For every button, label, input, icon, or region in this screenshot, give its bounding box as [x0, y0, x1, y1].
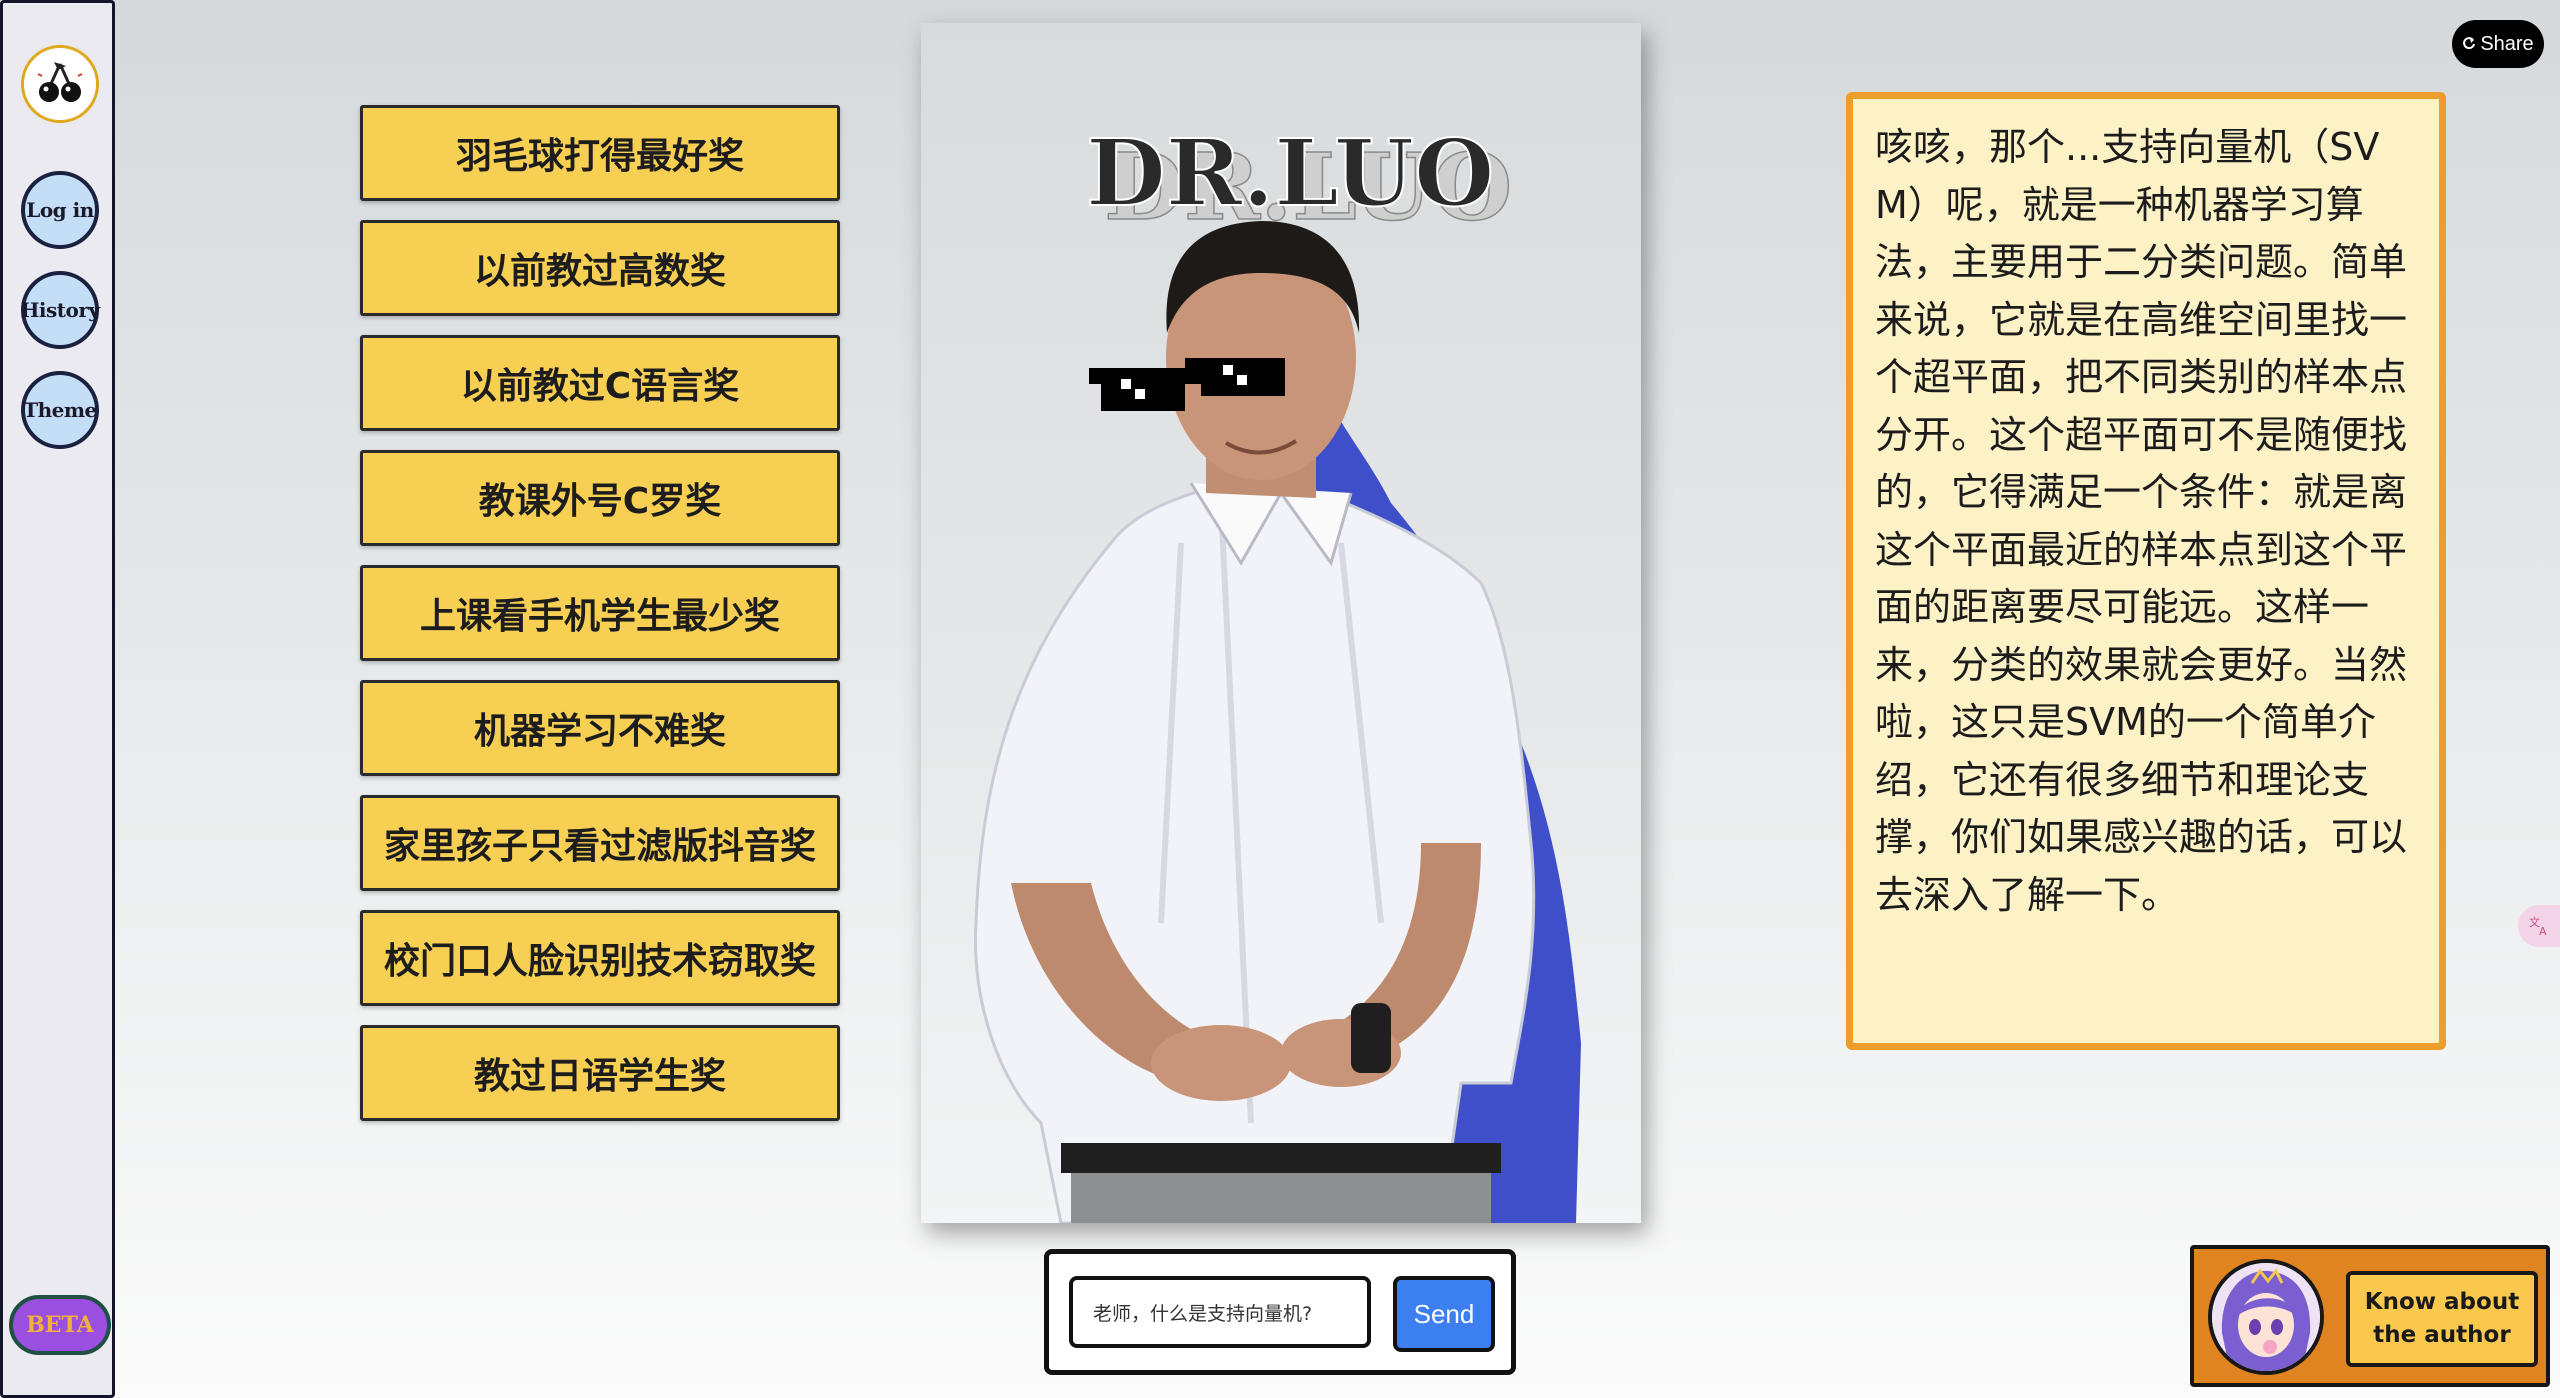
translate-icon: 文 A	[2529, 915, 2547, 938]
answer-text: 咳咳，那个...支持向量机（SVM）呢，就是一种机器学习算法，主要用于二分类问题…	[1875, 125, 2408, 917]
theme-button[interactable]: Theme	[21, 371, 99, 449]
author-avatar-icon[interactable]	[2208, 1259, 2324, 1375]
author-box: Know about the author	[2190, 1245, 2550, 1387]
translate-widget[interactable]: 文 A	[2518, 905, 2560, 947]
know-author-button[interactable]: Know about the author	[2346, 1271, 2538, 1367]
award-button[interactable]: 教过日语学生奖	[360, 1025, 840, 1121]
award-button[interactable]: 校门口人脸识别技术窃取奖	[360, 910, 840, 1006]
sidebar: Log in History Theme BETA	[0, 0, 115, 1398]
history-button[interactable]: History	[21, 271, 100, 349]
login-button[interactable]: Log in	[21, 171, 99, 249]
question-input[interactable]	[1069, 1276, 1371, 1348]
award-button[interactable]: 家里孩子只看过滤版抖音奖	[360, 795, 840, 891]
beta-button[interactable]: BETA	[9, 1295, 111, 1355]
share-label: Share	[2480, 32, 2534, 55]
send-button[interactable]: Send	[1393, 1276, 1495, 1352]
teacher-portrait: DR.LUO DR.LUO	[921, 23, 1641, 1223]
teacher-figure	[973, 221, 1581, 1223]
award-button[interactable]: 以前教过C语言奖	[360, 335, 840, 431]
share-button[interactable]: Share	[2452, 20, 2544, 68]
share-icon	[2463, 37, 2476, 50]
award-button[interactable]: 上课看手机学生最少奖	[360, 565, 840, 661]
award-button[interactable]: 教课外号C罗奖	[360, 450, 840, 546]
answer-panel: 咳咳，那个...支持向量机（SVM）呢，就是一种机器学习算法，主要用于二分类问题…	[1846, 92, 2446, 1050]
award-list: 羽毛球打得最好奖 以前教过高数奖 以前教过C语言奖 教课外号C罗奖 上课看手机学…	[360, 105, 840, 1140]
award-button[interactable]: 机器学习不难奖	[360, 680, 840, 776]
award-button[interactable]: 以前教过高数奖	[360, 220, 840, 316]
award-button[interactable]: 羽毛球打得最好奖	[360, 105, 840, 201]
chat-bar: Send	[1044, 1249, 1516, 1375]
svg-text:A: A	[2539, 925, 2547, 938]
cherry-logo-icon[interactable]	[21, 45, 99, 123]
